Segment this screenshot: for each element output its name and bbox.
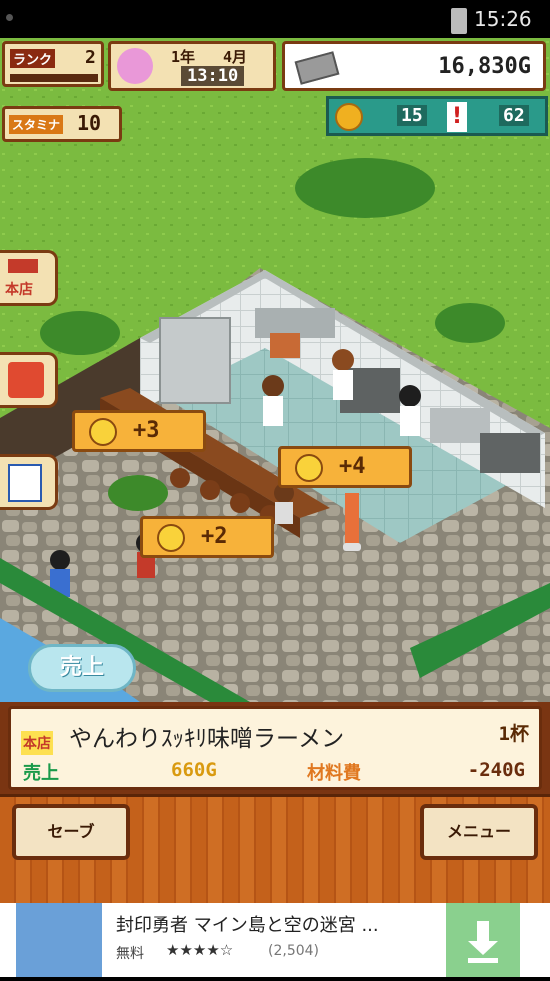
sales-value: 660G [171, 759, 217, 781]
date-panel: 1年 4月 13:10 [108, 41, 276, 91]
sales-button-label: 売上 [59, 655, 104, 680]
ad-price: 無料 [116, 946, 144, 962]
menu-list-button[interactable] [0, 454, 58, 510]
save-button-label: セーブ [47, 822, 95, 841]
bubble-value: +2 [201, 524, 228, 549]
ad-download-button[interactable] [446, 903, 520, 977]
smiley-icon [157, 524, 185, 552]
main-shop-label: 本店 [5, 282, 33, 298]
save-button[interactable]: セーブ [12, 804, 130, 860]
satisfaction-bubble: +3 [72, 410, 206, 452]
stamina-panel: スタミナ 10 [2, 106, 122, 142]
ad-review-count: (2,504) [268, 943, 320, 959]
money-bills-icon [294, 51, 340, 85]
rank-label: ランク [10, 49, 56, 68]
cost-value: -240G [467, 759, 525, 781]
smiley-icon [295, 454, 323, 482]
battery-icon [451, 8, 467, 34]
money-panel: 16,830G [282, 41, 546, 91]
cost-label: 材料費 [307, 763, 361, 784]
clock-display: 13:10 [181, 66, 245, 86]
coin-count: 15 [397, 105, 427, 126]
bubble-value: +3 [133, 418, 160, 443]
date-month: 4月 [223, 48, 248, 66]
clock-text: 15:26 [474, 7, 532, 31]
menu-list-icon [8, 464, 42, 502]
download-icon [468, 921, 498, 963]
notification-dot-icon [6, 14, 13, 21]
main-shop-badge: 本店 [21, 731, 53, 755]
sakura-season-icon [117, 48, 153, 84]
dish-info-panel: 本店 やんわりｽｯｷﾘ味噌ラーメン 1杯 売上 660G 材料費 -240G [8, 706, 542, 790]
alert-icon: ! [447, 102, 467, 132]
stamina-label: スタミナ [9, 115, 64, 134]
main-shop-button[interactable]: 本店 [0, 250, 58, 306]
status-bar: 15:26 [0, 0, 550, 38]
ad-app-icon[interactable] [16, 903, 102, 977]
ad-title[interactable]: 封印勇者 マイン島と空の迷宮 ... [116, 911, 379, 937]
coin-icon [335, 103, 363, 131]
smiley-icon [89, 418, 117, 446]
date-year: 1年 [171, 48, 196, 66]
satisfaction-bubble: +4 [278, 446, 412, 488]
staff-icon [8, 362, 44, 398]
dish-count: 1杯 [498, 723, 529, 745]
bottom-panel: 本店 やんわりｽｯｷﾘ味噌ラーメン 1杯 売上 660G 材料費 -240G セ… [0, 702, 550, 905]
menu-button-label: メニュー [446, 822, 511, 841]
dish-name: やんわりｽｯｷﾘ味噌ラーメン [69, 726, 345, 752]
satisfaction-bubble: +2 [140, 516, 274, 558]
rank-value: 2 [85, 47, 96, 68]
sales-label: 売上 [23, 763, 59, 784]
sales-button[interactable]: 売上 [28, 644, 136, 692]
bubble-value: +4 [339, 454, 366, 479]
popularity-count: 62 [499, 105, 529, 126]
stamina-value: 10 [77, 111, 102, 135]
ad-banner[interactable]: 封印勇者 マイン島と空の迷宮 ... 無料 ★★★★☆ (2,504) [0, 903, 550, 977]
menu-button[interactable]: メニュー [420, 804, 538, 860]
staff-button[interactable] [0, 352, 58, 408]
resources-panel: 15 ! 62 [326, 96, 548, 136]
game-scene[interactable]: ランク 2 1年 4月 13:10 16,830G スタミナ 10 15 ! 6… [0, 38, 550, 702]
ad-rating-stars: ★★★★☆ [166, 941, 234, 959]
money-value: 16,830G [438, 54, 531, 79]
rank-panel: ランク 2 [2, 41, 104, 87]
shop-icon [8, 259, 38, 273]
rank-progress-bar [10, 74, 98, 82]
